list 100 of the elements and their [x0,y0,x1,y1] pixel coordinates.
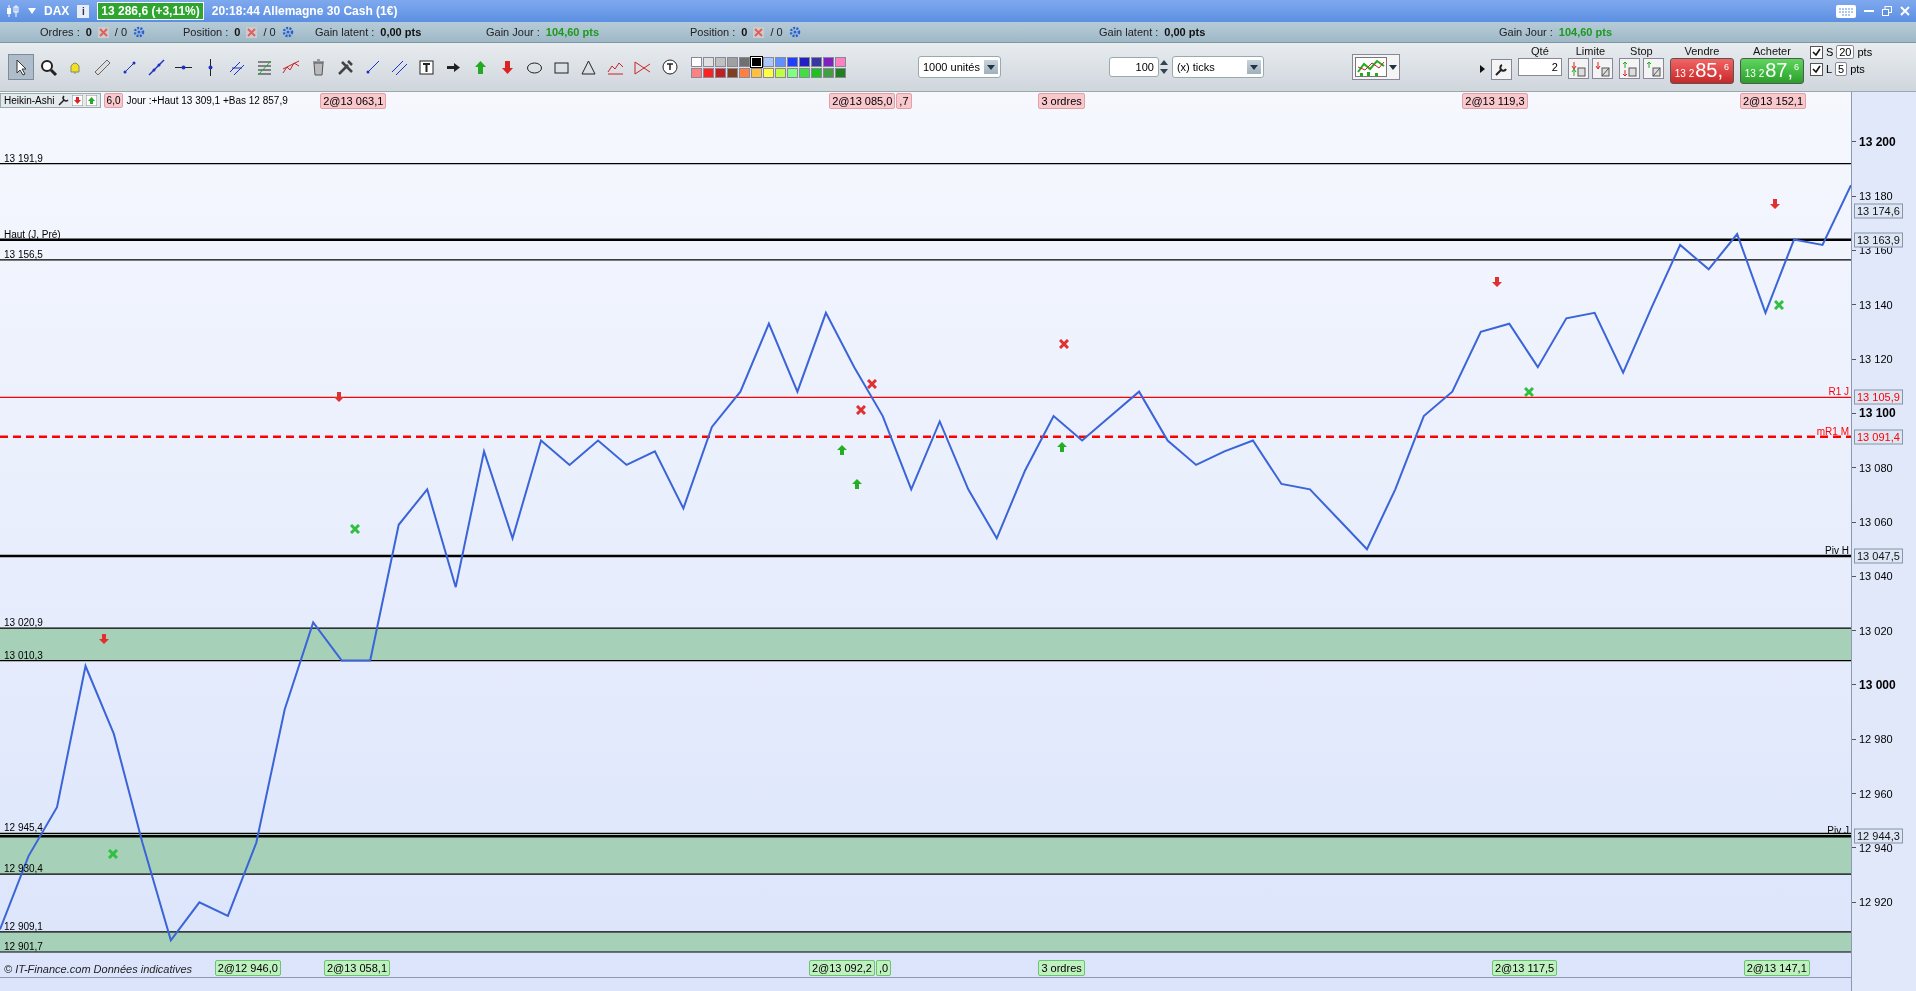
points-field[interactable]: 20 [1836,45,1855,59]
color-swatch[interactable] [703,67,714,78]
info-value: 0 [234,26,241,38]
order-tag[interactable]: 2@13 152,1 [1739,93,1807,109]
color-swatch[interactable] [799,67,810,78]
stop-sell-button[interactable] [1642,58,1664,79]
line-label: 13 020,9 [4,617,43,629]
color-swatch[interactable] [763,67,774,78]
color-swatch[interactable] [691,67,702,78]
unit-label: pts [1850,63,1865,75]
color-swatch[interactable] [691,56,702,67]
order-tag[interactable]: 2@13 063,1 [320,93,387,109]
color-swatch[interactable] [787,67,798,78]
info-button[interactable]: i [77,4,90,18]
tool-button[interactable] [8,54,34,80]
axis-label: 13 060 [1859,516,1893,528]
order-tag[interactable]: 3 ordres [1038,93,1085,109]
chart-info-text: Jour :+Haut 13 309,1 +Bas 12 857,9 [126,95,288,106]
info-value: 0 [741,26,748,38]
restore-icon[interactable] [1882,6,1892,16]
line-label: 12 930,4 [4,863,43,875]
order-tag[interactable]: 2@13 058,1 [323,960,391,976]
arrow-up-icon[interactable] [85,95,97,106]
units-select[interactable]: 1000 unités [918,56,1001,78]
stop-label: Stop [1630,45,1653,57]
info-label: Position : [183,26,229,38]
color-swatch[interactable] [739,56,750,67]
minimize-icon[interactable] [1864,9,1874,13]
close-icon[interactable] [1900,6,1910,16]
color-swatch[interactable] [835,56,846,67]
arrow-down-icon [98,633,109,644]
caret-icon[interactable] [28,8,36,14]
candlestick-icon[interactable] [6,4,20,18]
info-label: Ordres : [40,26,80,38]
color-swatch[interactable] [763,56,774,67]
color-swatch[interactable] [823,56,834,67]
color-swatch[interactable] [775,56,786,67]
color-swatch[interactable] [811,67,822,78]
gear-icon[interactable] [281,26,294,38]
quantity-field[interactable]: 2 [1517,58,1562,76]
settings-button[interactable] [1490,59,1512,80]
color-swatch[interactable] [727,67,738,78]
order-tag[interactable]: 2@13 085,0 [829,93,896,109]
keyboard-icon[interactable] [1836,4,1856,18]
collapse-arrow-icon[interactable] [1479,65,1485,73]
line-name: Haut (J, Pré) [4,228,61,240]
arrow-down-icon [1770,198,1781,209]
line-name: R1 J [1828,386,1849,398]
checkbox[interactable] [1809,45,1823,59]
gear-icon[interactable] [133,26,146,38]
gear-icon[interactable] [788,26,801,38]
arrow-up-icon [1057,441,1068,452]
color-swatch[interactable] [739,67,750,78]
info-value: 104,60 pts [545,26,599,38]
order-tag[interactable]: 2@12 946,0 [214,960,281,976]
price-tag: 13 163,9 [1854,232,1903,248]
indicator-chart-icon [1354,57,1387,77]
wrench-icon[interactable] [57,95,69,106]
checkbox[interactable] [1809,62,1823,76]
ticks-select[interactable]: (x) ticks [1171,56,1264,78]
color-swatch[interactable] [811,56,822,67]
order-tag[interactable]: ,7 [896,93,912,109]
order-tag[interactable]: 2@13 117,5 [1491,960,1558,976]
color-swatch[interactable] [823,67,834,78]
info-value: 0,00 pts [1164,26,1206,38]
points-field[interactable]: 5 [1835,62,1848,76]
order-tag[interactable]: 2@13 092,2 [808,960,875,976]
color-swatch[interactable] [751,67,762,78]
color-swatch[interactable] [727,56,738,67]
color-swatch[interactable] [775,67,786,78]
vertical-line-icon [207,57,213,77]
cross-icon [866,379,877,390]
arrow-down-icon[interactable] [71,95,83,106]
order-tag[interactable]: 3 ordres [1038,960,1085,976]
caret-icon [1388,64,1397,70]
cross-icon [107,849,118,859]
order-icon [1645,60,1662,77]
color-swatch[interactable] [799,56,810,67]
color-swatch[interactable] [703,56,714,67]
order-tag[interactable]: 6,0 [103,93,124,108]
color-swatch[interactable] [787,56,798,67]
limit-sell-button[interactable] [1591,58,1613,79]
close-icon [97,26,109,38]
indicator-panel[interactable]: Heikin-Ashi [0,93,101,108]
color-swatch[interactable] [715,67,726,78]
order-tag[interactable]: ,0 [876,960,892,976]
limit-buy-button[interactable] [1567,58,1589,79]
wrench-icon [1494,62,1509,77]
stop-buy-button[interactable] [1618,58,1640,79]
ticks-input[interactable]: 100 [1108,57,1159,77]
comment-icon [659,57,679,77]
line-label: 12 909,1 [4,920,43,932]
indicator-button[interactable] [1351,54,1400,80]
axis-label: 13 040 [1859,570,1893,583]
order-tag[interactable]: 2@13 147,1 [1743,960,1810,976]
order-tag[interactable]: 2@13 119,3 [1462,93,1528,109]
color-swatch[interactable] [715,56,726,67]
line-name: mR1 M [1816,425,1849,437]
option-label: S [1825,46,1834,58]
color-swatch[interactable] [835,67,846,78]
